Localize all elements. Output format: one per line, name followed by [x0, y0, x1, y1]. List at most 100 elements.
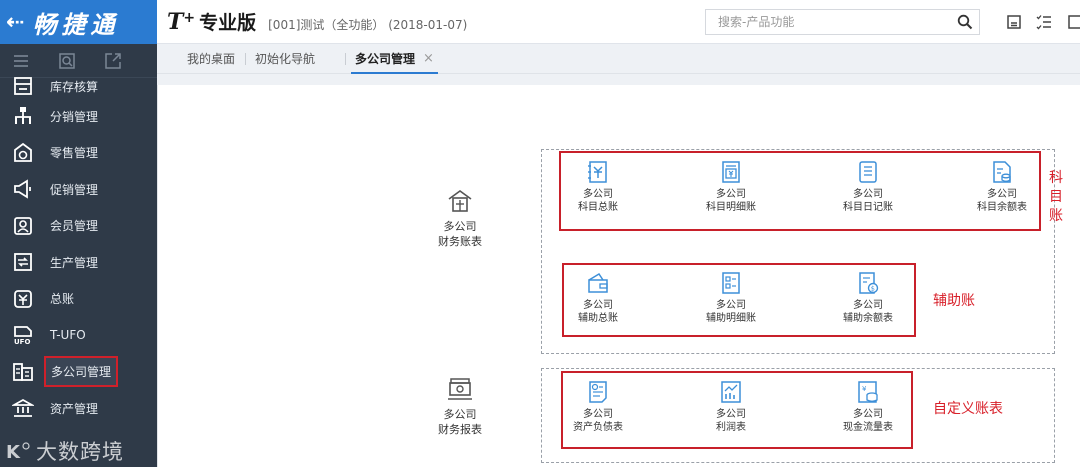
sidebar-item-label: 会员管理: [50, 219, 99, 234]
tab-desktop[interactable]: 我的桌面: [177, 44, 245, 74]
general-ledger-icon: [588, 161, 607, 183]
sidebar-item-multi-company[interactable]: 多公司管理: [0, 354, 157, 391]
tile-line1: 多公司: [583, 300, 613, 311]
export-icon[interactable]: [104, 52, 122, 70]
sidebar-item-label: T-UFO: [50, 328, 86, 343]
sidebar-item-label: 多公司管理: [44, 356, 119, 388]
group-title-line2: 财务账表: [438, 235, 482, 248]
multi-company-icon: [13, 362, 33, 381]
tile-line1: 多公司: [853, 409, 883, 420]
wallet-icon: [588, 272, 608, 293]
sidebar-item-production[interactable]: 生产管理: [0, 244, 157, 281]
ufo-icon: UFO: [14, 326, 32, 346]
tab-label: 多公司管理: [355, 52, 416, 66]
group-title-line1: 多公司: [443, 408, 477, 421]
search-icon[interactable]: [957, 14, 973, 30]
retail-icon: [14, 142, 32, 162]
tile-line2: 利润表: [716, 422, 746, 433]
tile-subject-detail-ledger[interactable]: 多公司 科目明细账: [683, 159, 779, 214]
note-custom-report: 自定义账表: [933, 401, 1003, 417]
tab-label: 初始化导航: [255, 52, 316, 66]
production-icon: [14, 253, 32, 272]
tile-balance-sheet[interactable]: 多公司 资产负债表: [550, 379, 646, 434]
tile-line2: 科目日记账: [843, 202, 893, 213]
cash-flow-icon: ¥: [858, 381, 878, 403]
journal-icon: [859, 161, 877, 183]
ledger-house-icon: [448, 190, 472, 212]
menu-icon[interactable]: [12, 52, 30, 70]
account-info: [001]测试（全功能） (2018-01-07): [268, 18, 468, 32]
svg-text:K: K: [6, 442, 21, 462]
svg-text:UFO: UFO: [14, 338, 30, 346]
logo-plus: +: [183, 10, 196, 26]
sidebar-item-t-ufo[interactable]: UFO T-UFO: [0, 317, 157, 354]
inventory-icon: [14, 77, 32, 95]
sidebar-item-label: 库存核算: [50, 79, 99, 94]
aux-detail-icon: [722, 272, 740, 294]
distribution-icon: [15, 107, 31, 125]
tile-line1: 多公司: [716, 409, 746, 420]
brand-name: 畅捷通: [32, 9, 120, 39]
aux-balance-icon: $: [859, 272, 879, 294]
save-icon[interactable]: [1005, 13, 1023, 31]
member-icon: [14, 216, 32, 235]
tile-subject-balance[interactable]: 多公司 科目余额表: [954, 159, 1050, 214]
back-arrow-icon[interactable]: ⇠: [6, 10, 24, 35]
tile-income-statement[interactable]: 多公司 利润表: [683, 379, 779, 434]
task-list-icon[interactable]: [1035, 13, 1053, 31]
tile-line2: 辅助总账: [578, 313, 618, 324]
tab-multi-company[interactable]: 多公司管理 ×: [345, 44, 444, 74]
sidebar-item-label: 分销管理: [50, 109, 99, 124]
sidebar-item-retail[interactable]: 零售管理: [0, 135, 157, 172]
tile-line2: 现金流量表: [843, 422, 893, 433]
tile-cash-flow[interactable]: ¥ 多公司 现金流量表: [820, 379, 916, 434]
brand-area: ⇠ 畅捷通: [0, 0, 157, 44]
group-financial-reports: 多公司 财务报表: [420, 375, 500, 437]
tile-line2: 资产负债表: [573, 422, 623, 433]
note-subject-ledger: 科目账: [1049, 170, 1063, 224]
tile-subject-journal[interactable]: 多公司 科目日记账: [820, 159, 916, 214]
watermark-text: 大数跨境: [36, 440, 124, 464]
group-title-line2: 财务报表: [438, 423, 482, 436]
group-title-line1: 多公司: [443, 220, 477, 233]
tab-bar: 我的桌面 初始化导航 多公司管理 ×: [157, 44, 1080, 74]
tab-init-guide[interactable]: 初始化导航: [245, 44, 325, 74]
sidebar-item-ledger[interactable]: 总账: [0, 281, 157, 318]
group-financial-ledgers: 多公司 财务账表: [420, 187, 500, 249]
search-box[interactable]: [705, 9, 980, 35]
sidebar-item-label: 资产管理: [50, 401, 99, 416]
sidebar: 库存核算 分销管理 零售管理 促销管理 会员管理 生产管理 总账 UFO T-U…: [0, 44, 157, 467]
svg-text:$: $: [871, 285, 875, 293]
sidebar-item-member[interactable]: 会员管理: [0, 208, 157, 245]
sidebar-item-asset[interactable]: 资产管理: [0, 390, 157, 427]
report-register-icon: [448, 378, 472, 400]
tile-aux-general-ledger[interactable]: 多公司 辅助总账: [550, 270, 646, 325]
sidebar-item-promotion[interactable]: 促销管理: [0, 171, 157, 208]
tile-line1: 多公司: [853, 300, 883, 311]
sidebar-item-inventory[interactable]: 库存核算: [0, 74, 157, 98]
tile-line1: 多公司: [583, 189, 613, 200]
tile-line1: 多公司: [583, 409, 613, 420]
tile-line2: 科目总账: [578, 202, 618, 213]
asset-icon: [12, 399, 34, 418]
search-menu-icon[interactable]: [58, 52, 76, 70]
tab-label: 我的桌面: [187, 52, 236, 66]
tile-line2: 辅助余额表: [843, 313, 893, 324]
tile-line2: 辅助明细账: [706, 313, 756, 324]
note-aux-ledger: 辅助账: [933, 293, 975, 309]
search-input[interactable]: [718, 15, 948, 29]
asset-liability-icon: [589, 381, 607, 403]
tile-aux-detail-ledger[interactable]: 多公司 辅助明细账: [683, 270, 779, 325]
balance-sheet-icon: [993, 161, 1011, 183]
sidebar-item-label: 促销管理: [50, 182, 99, 197]
tile-line2: 科目明细账: [706, 202, 756, 213]
tile-subject-general-ledger[interactable]: 多公司 科目总账: [550, 159, 646, 214]
window-icon[interactable]: [1066, 13, 1080, 31]
sidebar-toolbar: [0, 44, 157, 78]
close-icon[interactable]: ×: [423, 51, 434, 66]
product-title: T + 专业版 [001]测试（全功能） (2018-01-07): [167, 8, 467, 35]
tile-aux-balance[interactable]: $ 多公司 辅助余额表: [820, 270, 916, 325]
sidebar-item-label: 零售管理: [50, 146, 99, 161]
sidebar-item-distribution[interactable]: 分销管理: [0, 98, 157, 135]
logo-t: T: [167, 9, 184, 35]
